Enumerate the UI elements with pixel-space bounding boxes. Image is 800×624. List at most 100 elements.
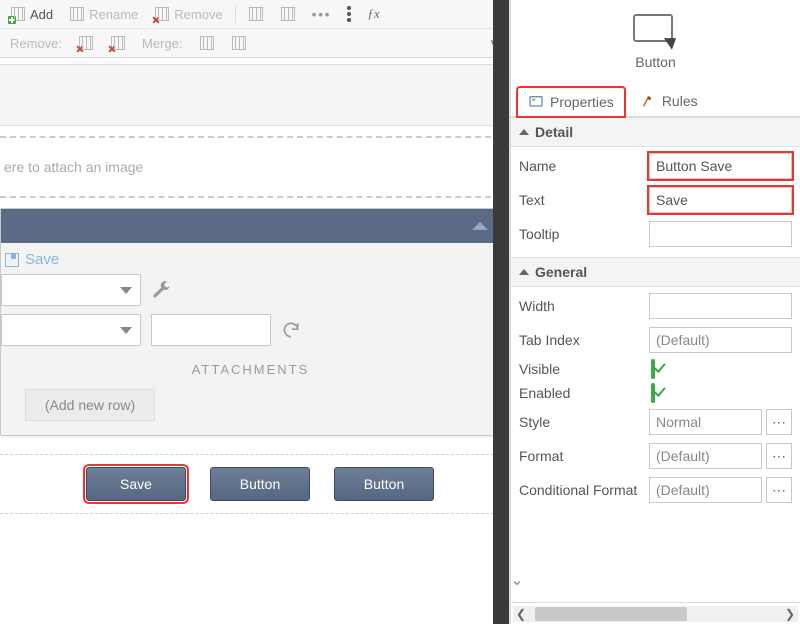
toolbar-remove-col-label: Remove: [6, 34, 66, 53]
prop-format-label: Format [519, 448, 649, 464]
toolbar-remove-col-a[interactable] [74, 33, 98, 53]
prop-width-input[interactable] [649, 293, 792, 319]
toolbar-remove-label: Remove [174, 7, 222, 22]
combo-field-1[interactable] [1, 274, 141, 306]
prop-tooltip-label: Tooltip [519, 226, 649, 242]
prop-visible-label: Visible [519, 361, 649, 377]
section-detail-header[interactable]: Detail [511, 117, 800, 147]
chevron-down-icon [120, 327, 132, 334]
toolbar-more-button[interactable]: ••• [308, 5, 336, 24]
properties-icon [528, 94, 544, 110]
tab-rules-label: Rules [662, 93, 698, 109]
form-card-title-text: Save [25, 251, 59, 268]
dots-vertical-icon [347, 6, 351, 22]
prop-format-input[interactable] [649, 443, 762, 469]
tab-rules[interactable]: Rules [629, 86, 709, 116]
design-button-3[interactable]: Button [334, 467, 434, 501]
caret-up-icon [519, 129, 529, 135]
pane-resize-gutter[interactable] [493, 0, 509, 624]
design-button-save[interactable]: Save [86, 467, 186, 501]
toolbar-merge-label: Merge: [138, 34, 186, 53]
canvas-body: ere to attach an image Save [0, 58, 509, 622]
properties-pane: Button Properties Rules Detail Name Text [510, 0, 800, 624]
toolbar-rename-button[interactable]: Rename [65, 4, 142, 24]
chevron-down-icon [120, 287, 132, 294]
prop-tooltip-input[interactable] [649, 221, 792, 247]
section-general-header[interactable]: General [511, 257, 800, 287]
form-card-header[interactable] [1, 209, 500, 243]
prop-condformat-label: Conditional Format [519, 482, 649, 498]
toolbar-add-button[interactable]: Add [6, 4, 57, 24]
image-drop-zone[interactable]: ere to attach an image [0, 136, 501, 198]
canvas-toolbar: Add Rename Remove ••• ƒx Remove: [0, 0, 509, 58]
button-control-icon [633, 14, 679, 48]
section-detail-label: Detail [535, 124, 573, 140]
caret-up-icon [519, 269, 529, 275]
merge-down-icon [231, 35, 247, 51]
toolbar-fx-button[interactable]: ƒx [363, 4, 383, 24]
merge-right-icon [199, 35, 215, 51]
prop-text-input[interactable] [649, 187, 792, 213]
button-bar: Save Button Button [0, 454, 509, 514]
refresh-icon[interactable] [281, 320, 301, 340]
prop-style-input[interactable] [649, 409, 762, 435]
horizontal-scrollbar[interactable]: ❮ ❯ [513, 606, 798, 622]
prop-name-input[interactable] [649, 153, 792, 179]
scrollbar-thumb[interactable] [535, 607, 687, 621]
grid-icon [280, 6, 296, 22]
prop-style-label: Style [519, 414, 649, 430]
design-canvas-pane: Add Rename Remove ••• ƒx Remove: [0, 0, 510, 624]
canvas-top-panel [0, 64, 509, 126]
toolbar-add-label: Add [30, 7, 53, 22]
wrench-icon[interactable] [151, 280, 171, 300]
prop-name-label: Name [519, 158, 649, 174]
grid-icon [248, 6, 264, 22]
tab-properties[interactable]: Properties [517, 87, 625, 117]
section-detail-body: Name Text Tooltip [511, 147, 800, 257]
toolbar-menu-button[interactable] [343, 4, 355, 24]
remove-row-icon [110, 35, 126, 51]
rules-icon [640, 93, 656, 109]
prop-text-label: Text [519, 192, 649, 208]
prop-style-ellipsis[interactable]: ⋯ [766, 409, 792, 435]
form-card-title: Save [1, 243, 500, 270]
toolbar-grid-button-1[interactable] [244, 4, 268, 24]
toolbar-merge-a[interactable] [195, 33, 219, 53]
scrollbar-track[interactable] [529, 607, 782, 621]
collapse-pane-chevron[interactable]: ⌄ [507, 570, 527, 590]
remove-col-icon [78, 35, 94, 51]
prop-enabled-checkbox[interactable] [651, 383, 655, 403]
toolbar-grid-button-2[interactable] [276, 4, 300, 24]
prop-tabindex-label: Tab Index [519, 332, 649, 348]
save-icon [5, 253, 19, 267]
prop-enabled-label: Enabled [519, 385, 649, 401]
dots-horizontal-icon: ••• [312, 7, 332, 22]
properties-tabs: Properties Rules [511, 78, 800, 117]
prop-visible-checkbox[interactable] [651, 359, 655, 379]
attachments-header: ATTACHMENTS [1, 350, 500, 381]
prop-format-ellipsis[interactable]: ⋯ [766, 443, 792, 469]
combo-field-2[interactable] [1, 314, 141, 346]
prop-condformat-ellipsis[interactable]: ⋯ [766, 477, 792, 503]
properties-footer: ❮ ❯ [511, 602, 800, 624]
scroll-left-button[interactable]: ❮ [513, 606, 529, 622]
toolbar-remove-button[interactable]: Remove [150, 4, 226, 24]
properties-header: Button [511, 0, 800, 78]
toolbar-merge-b[interactable] [227, 33, 251, 53]
grid-add-icon [10, 6, 26, 22]
add-row-button[interactable]: (Add new row) [25, 389, 155, 421]
fx-icon: ƒx [367, 6, 379, 22]
prop-tabindex-input[interactable] [649, 327, 792, 353]
grid-rename-icon [69, 6, 85, 22]
prop-condformat-input[interactable] [649, 477, 762, 503]
design-button-2[interactable]: Button [210, 467, 310, 501]
scroll-right-button[interactable]: ❯ [782, 606, 798, 622]
toolbar-rename-label: Rename [89, 7, 138, 22]
drop-zone-hint: ere to attach an image [4, 159, 143, 175]
prop-width-label: Width [519, 298, 649, 314]
text-field-1[interactable] [151, 314, 271, 346]
grid-remove-icon [154, 6, 170, 22]
section-general-label: General [535, 264, 587, 280]
toolbar-remove-col-b[interactable] [106, 33, 130, 53]
control-type-label: Button [511, 54, 800, 70]
